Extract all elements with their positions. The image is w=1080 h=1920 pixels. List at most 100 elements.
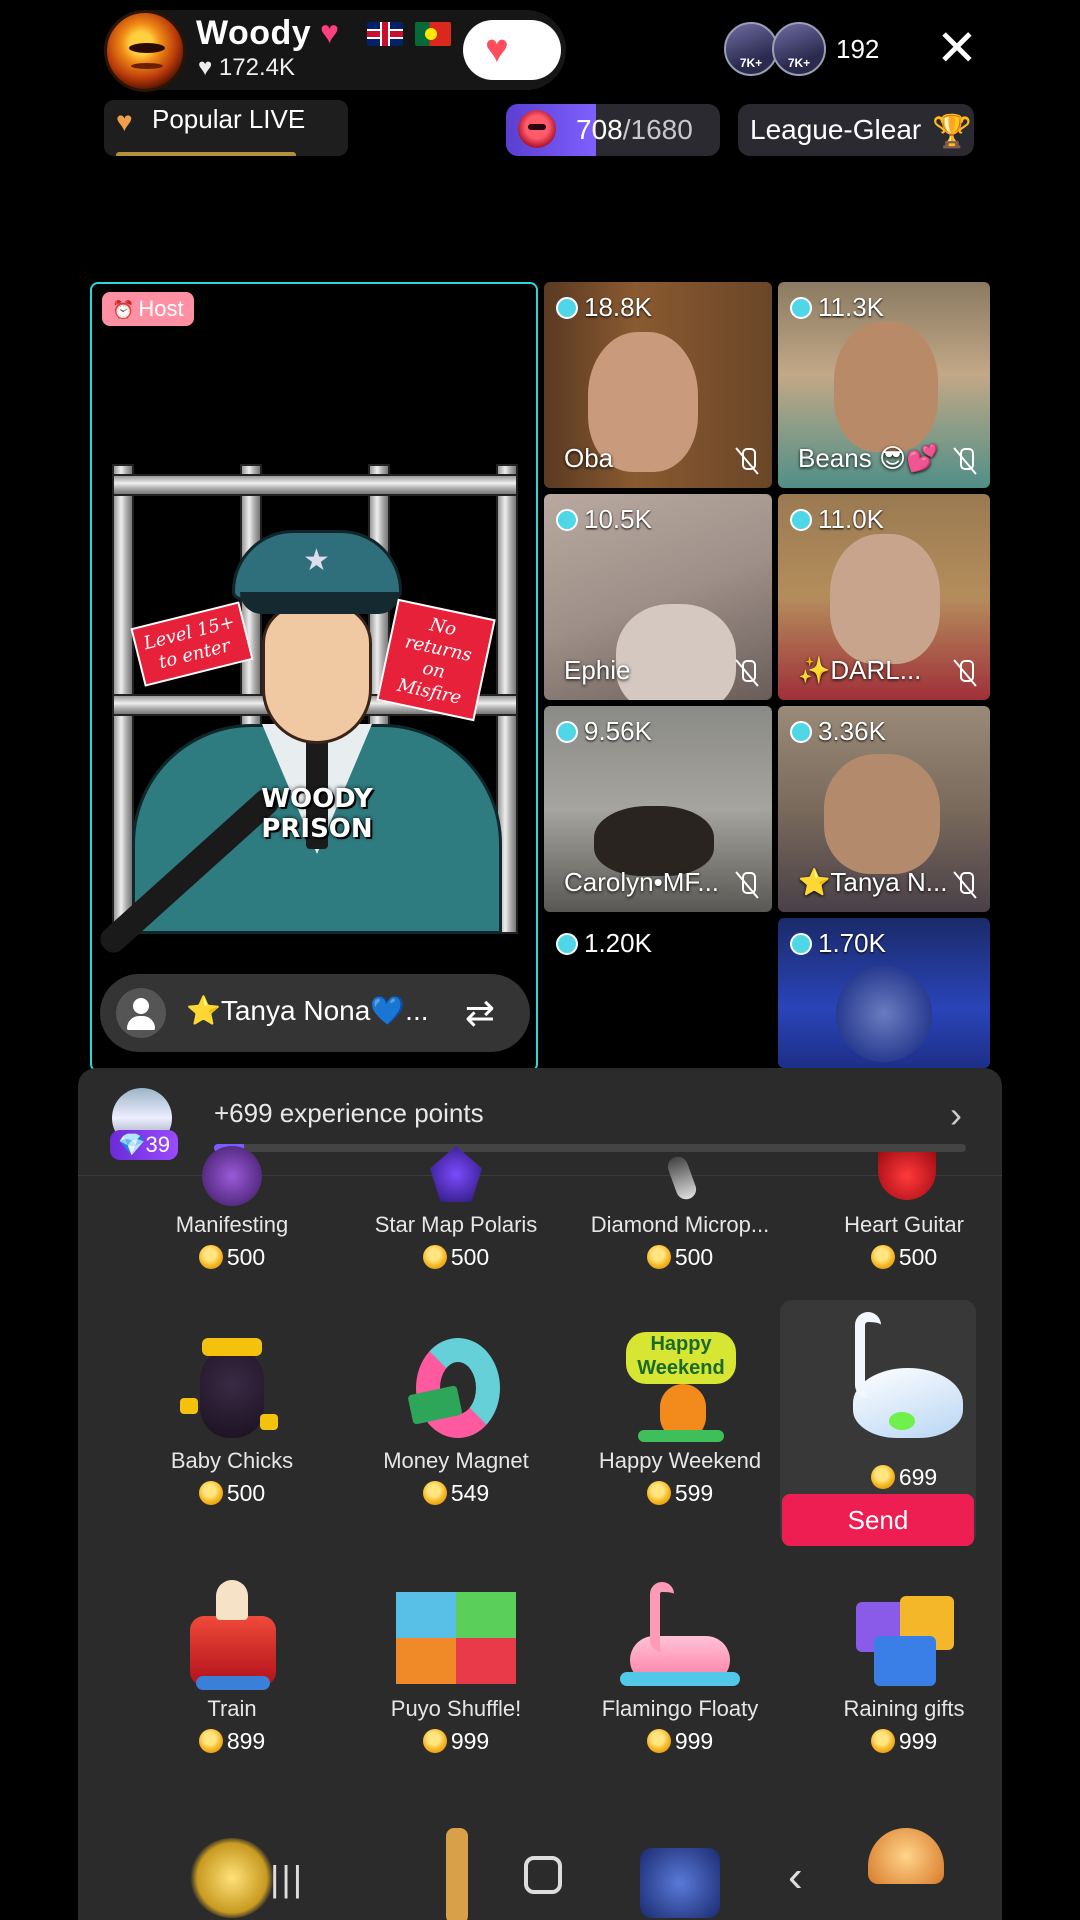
trophy-icon: 🏆	[932, 113, 972, 149]
top-viewer-avatar[interactable]: 7K+	[724, 22, 778, 76]
portugal-flag-icon	[415, 22, 451, 46]
guest-face	[824, 754, 940, 874]
uk-flag-icon	[367, 22, 403, 46]
gift-item[interactable]: Happy Weekend Happy Weekend 599	[568, 1328, 792, 1507]
host-video-tile[interactable]: ⏰ Host ★ Level 15+ to enter No returns on…	[90, 282, 538, 1072]
score-icon	[790, 297, 812, 319]
popular-heart-icon: ♥	[116, 106, 133, 137]
gift-image	[844, 1152, 964, 1212]
ranking-ticker	[116, 152, 296, 156]
gift-price: 500	[792, 1244, 1002, 1271]
gift-name: Baby Chicks	[170, 1448, 294, 1473]
guest-name: Oba	[564, 443, 614, 473]
popular-live-label: Popular LIVE	[152, 104, 306, 134]
chevron-right-icon[interactable]: ›	[950, 1094, 962, 1136]
guest-score-value: 11.0K	[818, 504, 885, 534]
guest-tile[interactable]: 11.3K Beans 😎💕	[778, 282, 990, 488]
guest-score-value: 18.8K	[584, 292, 652, 322]
host-badge: ⏰ Host	[102, 292, 194, 326]
gift-item[interactable]: Puyo Shuffle! 999	[344, 1576, 568, 1755]
guest-face	[830, 534, 940, 664]
gift-price: 599	[568, 1480, 792, 1507]
gift-name: Train	[207, 1696, 257, 1721]
gift-name: Manifesting	[175, 1212, 289, 1237]
woody-prison-artwork: ★ Level 15+ to enter No returns on Misfi…	[95, 464, 518, 958]
gift-image	[172, 1576, 292, 1696]
follow-button[interactable]: ♥ 38	[463, 20, 561, 80]
guest-tile[interactable]: 9.56K Carolyn•MF...	[544, 706, 772, 912]
popular-live-pill[interactable]: ♥ Popular LIVE	[104, 100, 348, 156]
coin-icon	[646, 1729, 671, 1753]
mute-icon	[734, 446, 760, 476]
gift-price: 999	[568, 1728, 792, 1755]
viewer-count[interactable]: 192	[836, 34, 879, 65]
coin-icon	[198, 1481, 223, 1505]
mute-icon	[952, 870, 978, 900]
coin-icon	[198, 1245, 223, 1269]
gift-item[interactable]: Train 899	[120, 1576, 344, 1755]
gift-item[interactable]: Star Map Polaris 500	[344, 1146, 568, 1271]
coin-icon	[422, 1245, 447, 1269]
gift-item[interactable]: Raining gifts 999	[792, 1576, 1002, 1755]
host-avatar[interactable]	[104, 10, 186, 92]
guest-name: ⭐Tanya N...	[798, 867, 948, 897]
guest-name: ✨DARL...	[798, 655, 922, 685]
host-badge-label: Host	[138, 296, 184, 321]
guest-tile[interactable]: 1.20K	[544, 918, 772, 1068]
guest-tile[interactable]: 1.70K	[778, 918, 990, 1068]
host-user-bar[interactable]: ⭐Tanya Nona💙... ⇄	[100, 974, 530, 1052]
gift-name: Flamingo Floaty	[601, 1696, 759, 1721]
gift-item[interactable]: Heart Guitar 500	[792, 1152, 1002, 1271]
system-nav-bar: ||| ‹	[0, 1844, 1080, 1920]
gift-image	[396, 1576, 516, 1696]
gift-image	[829, 1308, 979, 1458]
gift-panel: 💎39 +699 experience points › Manifesting…	[78, 1068, 1002, 1920]
match-progress-pill[interactable]: 708/1680	[506, 104, 720, 156]
recents-icon[interactable]: |||	[270, 1858, 304, 1900]
score-icon	[790, 509, 812, 531]
send-button[interactable]: Send	[782, 1494, 974, 1546]
gift-item[interactable]: Baby Chicks 500	[120, 1328, 344, 1507]
host-name: Woody	[196, 14, 312, 52]
mute-icon	[734, 870, 760, 900]
gift-name: Puyo Shuffle!	[390, 1696, 522, 1721]
score-icon	[790, 933, 812, 955]
guest-tile[interactable]: 10.5K Ephie	[544, 494, 772, 700]
clock-icon: ⏰	[112, 300, 135, 320]
guest-tile[interactable]: 11.0K ✨DARL...	[778, 494, 990, 700]
mute-icon	[952, 658, 978, 688]
current-user-name: ⭐Tanya Nona💙...	[186, 995, 429, 1026]
gift-name: Raining gifts	[843, 1696, 965, 1721]
officer-face	[262, 604, 372, 744]
swap-icon[interactable]: ⇄	[450, 984, 510, 1042]
guest-score: 1.20K	[556, 928, 652, 959]
league-pill[interactable]: League-Glear 🏆	[738, 104, 974, 156]
gift-name: Heart Guitar	[844, 1212, 964, 1237]
gift-item[interactable]: Diamond Microp... 500	[568, 1153, 792, 1271]
guest-score-value: 1.70K	[818, 928, 886, 958]
gift-item[interactable]: Manifesting 500	[120, 1146, 344, 1271]
sign-no-returns: No returns on Misfire	[376, 598, 496, 722]
heart-icon: ♥	[320, 14, 339, 50]
level-value: 39	[145, 1132, 170, 1157]
gift-item[interactable]: Flamingo Floaty 999	[568, 1576, 792, 1755]
gift-item[interactable]: Money Magnet 549	[344, 1328, 568, 1507]
gift-item-swan[interactable]: 699	[792, 1308, 1002, 1491]
guest-score: 10.5K	[556, 504, 652, 535]
prison-title: WOODY PRISON	[242, 784, 392, 844]
follow-count: 38	[511, 46, 530, 65]
guest-avatar	[836, 966, 932, 1062]
top-viewer-avatar[interactable]: 7K+	[772, 22, 826, 76]
gift-image: Happy Weekend	[620, 1328, 740, 1448]
guest-name: Beans 😎💕	[798, 443, 939, 473]
level-badge: 💎39	[110, 1130, 178, 1160]
guest-tile[interactable]: 3.36K ⭐Tanya N...	[778, 706, 990, 912]
home-icon[interactable]	[524, 1856, 562, 1894]
back-icon[interactable]: ‹	[788, 1852, 803, 1902]
guest-tile[interactable]: 18.8K Oba	[544, 282, 772, 488]
score-icon	[556, 509, 578, 531]
coin-icon	[870, 1729, 895, 1753]
coin-icon	[422, 1729, 447, 1753]
close-icon[interactable]: ✕	[932, 20, 982, 76]
guest-name: Carolyn•MF...	[564, 867, 720, 897]
